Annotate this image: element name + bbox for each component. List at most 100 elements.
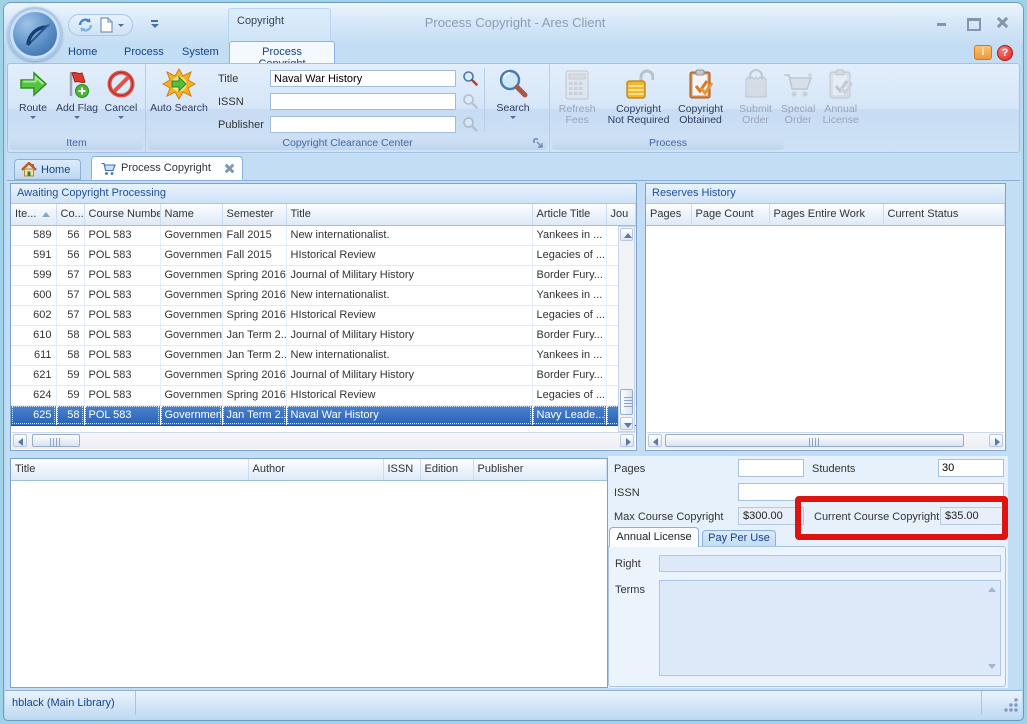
students-input[interactable] [938, 459, 1004, 477]
publisher-search-input[interactable] [270, 116, 456, 133]
table-row[interactable]: 60257POL 583Governmen...Spring 2016HIsto… [11, 305, 636, 325]
route-arrow-icon [17, 68, 49, 100]
scroll-left-icon[interactable] [18, 438, 23, 446]
column-header[interactable]: Edition [420, 459, 473, 480]
title-search-input[interactable] [270, 70, 456, 87]
table-row[interactable]: 60057POL 583Governmen...Spring 2016New i… [11, 285, 636, 305]
doc-tab-process-copyright[interactable]: Process Copyright [91, 156, 243, 180]
minimize-icon[interactable] [935, 16, 949, 28]
terms-label: Terms [615, 584, 645, 596]
column-header[interactable]: Name [160, 204, 222, 225]
dropdown-arrow-icon[interactable] [118, 116, 124, 119]
column-header[interactable]: Jou [606, 204, 636, 225]
horizontal-scrollbar[interactable] [12, 432, 635, 449]
auto-search-button[interactable]: Auto Search [146, 64, 212, 136]
scroll-left-icon[interactable] [653, 438, 658, 446]
copyright-not-required-button[interactable]: Copyright Not Required [605, 64, 672, 126]
column-header[interactable]: Ite... [11, 204, 56, 225]
issn-search-input[interactable] [270, 93, 456, 110]
pages-input[interactable] [738, 459, 804, 477]
ribbon-tab-row: Home Process System Process Copyright i … [4, 44, 1023, 63]
ribbon-tab-system[interactable]: System [170, 44, 231, 63]
column-header[interactable]: ISSN [383, 459, 420, 480]
add-flag-button[interactable]: Add Flag [55, 64, 99, 119]
scroll-up-icon[interactable] [624, 233, 632, 238]
tab-close-icon[interactable] [223, 163, 234, 174]
dialog-launcher-icon[interactable] [533, 138, 544, 149]
dropdown-arrow-icon[interactable] [30, 116, 36, 119]
refresh-icon[interactable] [77, 17, 94, 33]
search-icon [497, 68, 529, 100]
vertical-scrollbar[interactable] [618, 226, 635, 432]
column-header[interactable]: Pages [646, 204, 691, 225]
horizontal-scrollbar[interactable] [647, 432, 1004, 449]
scrollbar-thumb[interactable] [620, 389, 633, 415]
ribbon-tab-home[interactable]: Home [56, 44, 109, 63]
maximize-icon[interactable] [965, 16, 979, 28]
calculator-icon [563, 69, 591, 101]
new-document-dropdown-icon[interactable] [118, 24, 124, 27]
table-row[interactable]: 59156POL 583Governmen...Fall 2015HIstori… [11, 245, 636, 265]
column-header[interactable]: Title [11, 459, 248, 480]
scroll-right-icon[interactable] [626, 438, 631, 446]
shopping-cart-icon [782, 69, 814, 101]
column-header[interactable]: Pages Entire Work [769, 204, 883, 225]
column-header[interactable]: Publisher [473, 459, 607, 480]
tab-annual-license[interactable]: Annual License [609, 527, 699, 547]
table-row[interactable]: 62558POL 583Governmen...Jan Term 2...Nav… [11, 405, 636, 425]
scroll-down-icon [988, 664, 996, 669]
clipboard-check-icon [686, 69, 716, 101]
dropdown-arrow-icon[interactable] [74, 116, 80, 119]
column-header[interactable]: Course Number [84, 204, 160, 225]
copyright-obtained-button[interactable]: Copyright Obtained [672, 64, 729, 126]
ribbon-tab-process[interactable]: Process [112, 44, 176, 63]
ribbon-group-process: Refresh Fees Copyright Not Required [550, 64, 862, 152]
item-detail-grid-panel: TitleAuthorISSNEditionPublisher [10, 458, 608, 688]
info-icon[interactable]: i [974, 45, 992, 60]
tab-pay-per-use[interactable]: Pay Per Use [702, 530, 776, 547]
column-header[interactable]: Current Status [883, 204, 1005, 225]
refresh-fees-button: Refresh Fees [554, 64, 600, 126]
status-bar: hblack (Main Library) [5, 690, 1022, 718]
column-header[interactable]: Semester [222, 204, 286, 225]
column-header[interactable]: Title [286, 204, 532, 225]
cancel-button[interactable]: Cancel [99, 64, 143, 119]
cart-icon [100, 161, 117, 176]
submit-order-button: Submit Order [734, 64, 777, 126]
help-icon[interactable]: ? [997, 45, 1013, 61]
resize-grip[interactable] [1004, 698, 1018, 712]
awaiting-grid: Ite...Co...Course NumberNameSemesterTitl… [11, 204, 636, 426]
search-title-icon[interactable] [462, 70, 478, 86]
search-publisher-icon-disabled [462, 116, 478, 132]
terms-textarea [659, 580, 1001, 676]
scrollbar-thumb[interactable] [665, 434, 964, 447]
table-row[interactable]: 62459POL 583Governmen...Spring 2016HIsto… [11, 385, 636, 405]
ribbon-tab-process-copyright[interactable]: Process Copyright [229, 41, 335, 63]
table-row[interactable]: 61158POL 583Governmen...Jan Term 2...New… [11, 345, 636, 365]
search-button[interactable]: Search [487, 64, 539, 136]
scrollbar-thumb[interactable] [32, 434, 80, 447]
table-row[interactable]: 59957POL 583Governmen...Spring 2016Journ… [11, 265, 636, 285]
table-row[interactable]: 58956POL 583Governmen...Fall 2015New int… [11, 225, 636, 245]
ccc-fields: Title ISSN Publisher [218, 64, 456, 136]
customize-quick-access-icon[interactable] [148, 18, 162, 32]
column-header[interactable]: Author [248, 459, 383, 480]
students-label: Students [812, 463, 855, 475]
route-button[interactable]: Route [11, 64, 55, 119]
table-row[interactable]: 62159POL 583Governmen...Spring 2016Journ… [11, 365, 636, 385]
cancel-icon [105, 68, 137, 100]
pages-label: Pages [614, 463, 645, 475]
scroll-down-icon[interactable] [624, 423, 632, 428]
annual-license-tab-body: Right Terms [608, 546, 1006, 687]
column-header[interactable]: Page Count [691, 204, 769, 225]
close-icon[interactable] [995, 16, 1009, 28]
issn-field-label: ISSN [218, 96, 270, 108]
column-header[interactable]: Co... [56, 204, 84, 225]
scroll-right-icon[interactable] [995, 438, 1000, 446]
table-row[interactable]: 61058POL 583Governmen...Jan Term 2...Jou… [11, 325, 636, 345]
issn-input[interactable] [738, 483, 1004, 501]
dropdown-arrow-icon[interactable] [510, 116, 516, 119]
doc-tab-home[interactable]: Home [14, 159, 81, 180]
new-document-icon[interactable] [99, 17, 113, 33]
column-header[interactable]: Article Title [532, 204, 606, 225]
